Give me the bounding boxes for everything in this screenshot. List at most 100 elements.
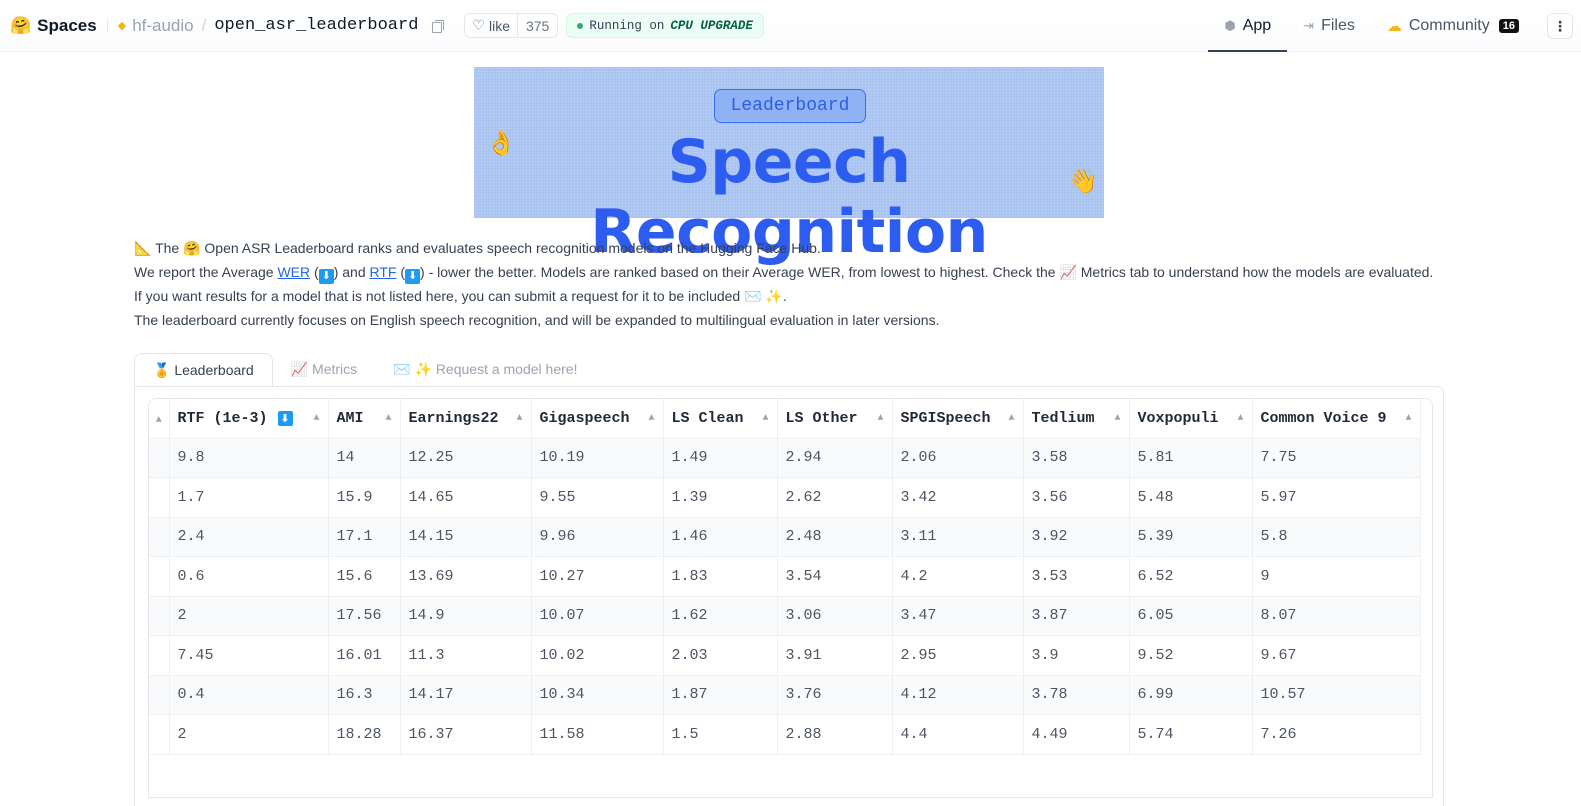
column-header[interactable]: LS Clean ▲ — [663, 399, 778, 439]
sort-icon[interactable]: ▲ — [149, 399, 170, 439]
table-cell[interactable]: 3.87 — [1023, 596, 1130, 636]
table-cell[interactable]: 14 — [328, 438, 401, 478]
table-cell[interactable]: 14.15 — [400, 517, 532, 557]
table-cell[interactable]: 9.8 — [169, 438, 329, 478]
tab-metrics[interactable]: 📈 Metrics — [273, 353, 375, 386]
table-cell[interactable]: 17.1 — [328, 517, 401, 557]
like-button[interactable]: ♡ like 375 — [464, 13, 559, 38]
column-header[interactable]: Voxpopuli ▲ — [1129, 399, 1253, 439]
sort-arrow-icon[interactable]: ▲ — [313, 413, 319, 424]
column-header[interactable]: Common Voice 9 ▲ — [1252, 399, 1421, 439]
table-cell[interactable]: 5.81 — [1129, 438, 1253, 478]
table-cell[interactable]: 2.94 — [777, 438, 893, 478]
nav-tab-files[interactable]: ⇥ Files — [1287, 0, 1371, 52]
sort-arrow-icon[interactable]: ▲ — [385, 413, 391, 424]
table-cell[interactable]: 4.49 — [1023, 714, 1130, 755]
table-cell[interactable]: 15.9 — [328, 477, 401, 518]
repo-name-link[interactable]: open_asr_leaderboard — [214, 16, 418, 35]
like-toggle[interactable]: ♡ like — [465, 14, 517, 37]
table-cell[interactable]: 9.52 — [1129, 635, 1253, 676]
table-cell[interactable]: 15.6 — [328, 556, 401, 597]
table-cell[interactable]: 9.55 — [531, 477, 664, 518]
sort-arrow-icon[interactable]: ▲ — [516, 413, 522, 424]
table-cell[interactable]: 4.2 — [892, 556, 1024, 597]
table-cell[interactable]: 10.19 — [531, 438, 664, 478]
table-cell[interactable]: 1.87 — [663, 675, 778, 715]
spaces-brand[interactable]: 🤗 Spaces — [10, 16, 97, 36]
table-cell[interactable]: 11.3 — [400, 635, 532, 676]
rtf-link[interactable]: RTF — [370, 264, 397, 280]
table-cell[interactable]: 1.49 — [663, 438, 778, 478]
table-cell[interactable]: 1.5 — [663, 714, 778, 755]
table-cell[interactable]: 7.45 — [169, 635, 329, 676]
tab-request-model[interactable]: ✉️ ✨ Request a model here! — [375, 353, 595, 386]
table-cell[interactable]: 1.46 — [663, 517, 778, 557]
leaderboard-table-container[interactable]: ▲ RTF (1e-3) ⬇ ▲ AMI ▲ Earnings22 ▲ Gigaspeech ▲… — [148, 398, 1433, 798]
table-cell[interactable]: 1.39 — [663, 477, 778, 518]
table-cell[interactable]: 3.78 — [1023, 675, 1130, 715]
table-cell[interactable]: 5.39 — [1129, 517, 1253, 557]
table-cell[interactable]: 7.75 — [1252, 438, 1421, 478]
copy-icon[interactable] — [432, 19, 445, 33]
table-cell[interactable]: 2.48 — [777, 517, 893, 557]
sort-arrow-icon[interactable]: ▲ — [648, 413, 654, 424]
table-cell[interactable]: 16.3 — [328, 675, 401, 715]
table-cell[interactable]: 2.03 — [663, 635, 778, 676]
table-cell[interactable]: 8.07 — [1252, 596, 1421, 636]
column-header[interactable]: Tedlium ▲ — [1023, 399, 1130, 439]
table-cell[interactable]: 2.06 — [892, 438, 1024, 478]
tab-leaderboard[interactable]: 🏅 Leaderboard — [134, 353, 273, 386]
table-cell[interactable]: 4.12 — [892, 675, 1024, 715]
column-header[interactable]: Earnings22 ▲ — [400, 399, 532, 439]
table-cell[interactable]: 3.9 — [1023, 635, 1130, 676]
table-cell[interactable]: 5.74 — [1129, 714, 1253, 755]
table-cell[interactable]: 4.4 — [892, 714, 1024, 755]
table-cell[interactable]: 1.7 — [169, 477, 329, 518]
table-cell[interactable]: 3.56 — [1023, 477, 1130, 518]
table-cell[interactable]: 3.58 — [1023, 438, 1130, 478]
table-cell[interactable]: 3.11 — [892, 517, 1024, 557]
table-cell[interactable]: 9 — [1252, 556, 1421, 597]
table-cell[interactable]: 5.48 — [1129, 477, 1253, 518]
table-cell[interactable]: 2 — [169, 714, 329, 755]
sort-arrow-icon[interactable]: ▲ — [1405, 413, 1411, 424]
table-cell[interactable]: 9.67 — [1252, 635, 1421, 676]
more-options-button[interactable]: ⋮ — [1547, 13, 1573, 39]
table-cell[interactable]: 16.37 — [400, 714, 532, 755]
table-cell[interactable]: 12.25 — [400, 438, 532, 478]
table-cell[interactable]: 7.26 — [1252, 714, 1421, 755]
table-cell[interactable]: 11.58 — [531, 714, 664, 755]
table-cell[interactable]: 10.57 — [1252, 675, 1421, 715]
table-cell[interactable]: 10.07 — [531, 596, 664, 636]
table-cell[interactable]: 3.42 — [892, 477, 1024, 518]
table-cell[interactable]: 0.6 — [169, 556, 329, 597]
table-cell[interactable]: 6.99 — [1129, 675, 1253, 715]
table-cell[interactable]: 3.76 — [777, 675, 893, 715]
table-cell[interactable]: 3.53 — [1023, 556, 1130, 597]
table-cell[interactable]: 10.34 — [531, 675, 664, 715]
table-cell[interactable]: 14.9 — [400, 596, 532, 636]
owner-link[interactable]: hf-audio — [132, 16, 193, 36]
table-cell[interactable]: 13.69 — [400, 556, 532, 597]
nav-tab-community[interactable]: ☁ Community 16 — [1371, 0, 1535, 52]
wer-link[interactable]: WER — [277, 264, 310, 280]
column-header[interactable]: AMI ▲ — [328, 399, 401, 439]
table-cell[interactable]: 3.54 — [777, 556, 893, 597]
sort-arrow-icon[interactable]: ▲ — [1008, 413, 1014, 424]
table-cell[interactable]: 0.4 — [169, 675, 329, 715]
table-cell[interactable]: 1.62 — [663, 596, 778, 636]
table-cell[interactable]: 3.91 — [777, 635, 893, 676]
table-cell[interactable]: 3.47 — [892, 596, 1024, 636]
column-header[interactable]: RTF (1e-3) ⬇ ▲ — [169, 399, 329, 439]
like-count[interactable]: 375 — [516, 14, 557, 37]
table-cell[interactable]: 6.52 — [1129, 556, 1253, 597]
status-badge[interactable]: Running on CPU UPGRADE — [566, 13, 764, 38]
table-cell[interactable]: 3.06 — [777, 596, 893, 636]
table-cell[interactable]: 9.96 — [531, 517, 664, 557]
table-cell[interactable]: 2.88 — [777, 714, 893, 755]
table-cell[interactable]: 18.28 — [328, 714, 401, 755]
sort-arrow-icon[interactable]: ▲ — [762, 413, 768, 424]
table-cell[interactable]: 2 — [169, 596, 329, 636]
table-cell[interactable]: 6.05 — [1129, 596, 1253, 636]
column-header[interactable]: LS Other ▲ — [777, 399, 893, 439]
